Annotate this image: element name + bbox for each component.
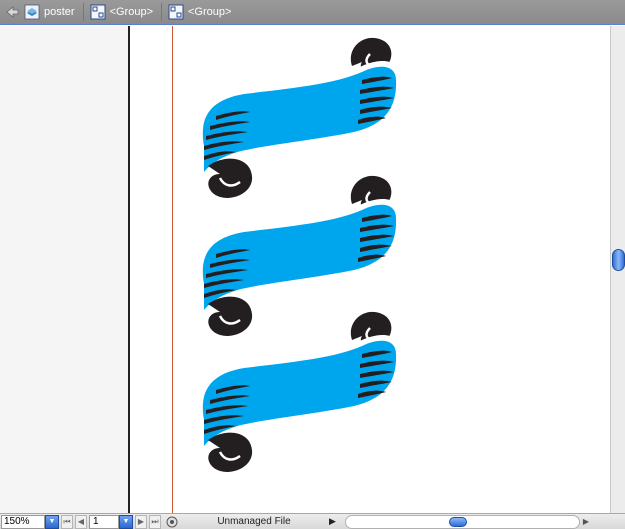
status-bar: 150% ▼ ⏮ ◀ 1 ▼ ▶ ⏭ Unmanaged File ▶ ▶	[0, 513, 625, 529]
zoom-dropdown-icon[interactable]: ▼	[45, 514, 59, 529]
banner-artwork[interactable]	[0, 0, 610, 513]
file-status-label: Unmanaged File	[217, 516, 291, 527]
zoom-field[interactable]: 150%	[1, 514, 45, 529]
previous-page-icon[interactable]: ◀	[75, 514, 87, 529]
vertical-scroll-thumb[interactable]	[612, 249, 625, 271]
last-page-icon[interactable]: ⏭	[149, 514, 161, 529]
status-menu-arrow-icon[interactable]: ▶	[329, 516, 339, 527]
vertical-scrollbar[interactable]	[610, 26, 625, 513]
page-field[interactable]: 1	[89, 514, 119, 529]
scroll-right-icon[interactable]: ▶	[580, 515, 592, 529]
next-page-icon[interactable]: ▶	[135, 514, 147, 529]
first-page-icon[interactable]: ⏮	[61, 514, 73, 529]
banner-1[interactable]	[197, 36, 402, 200]
banner-2[interactable]	[197, 174, 402, 338]
horizontal-scroll-thumb[interactable]	[449, 516, 467, 527]
horizontal-scrollbar[interactable]	[345, 514, 580, 529]
page-dropdown-icon[interactable]: ▼	[119, 514, 133, 529]
preflight-icon[interactable]	[165, 515, 179, 529]
